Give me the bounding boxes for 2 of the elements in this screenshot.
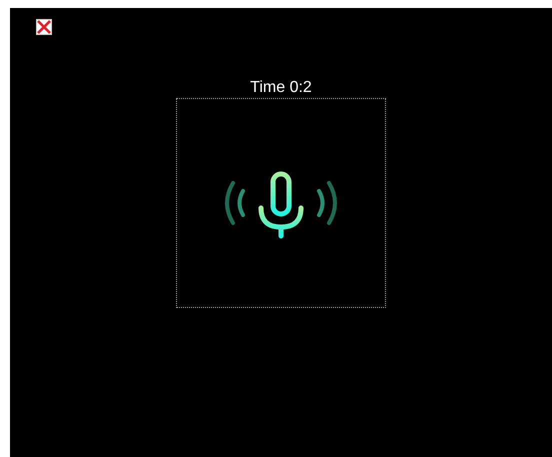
recording-timer: Time 0:2 — [250, 78, 312, 98]
broken-image-icon — [36, 19, 52, 35]
